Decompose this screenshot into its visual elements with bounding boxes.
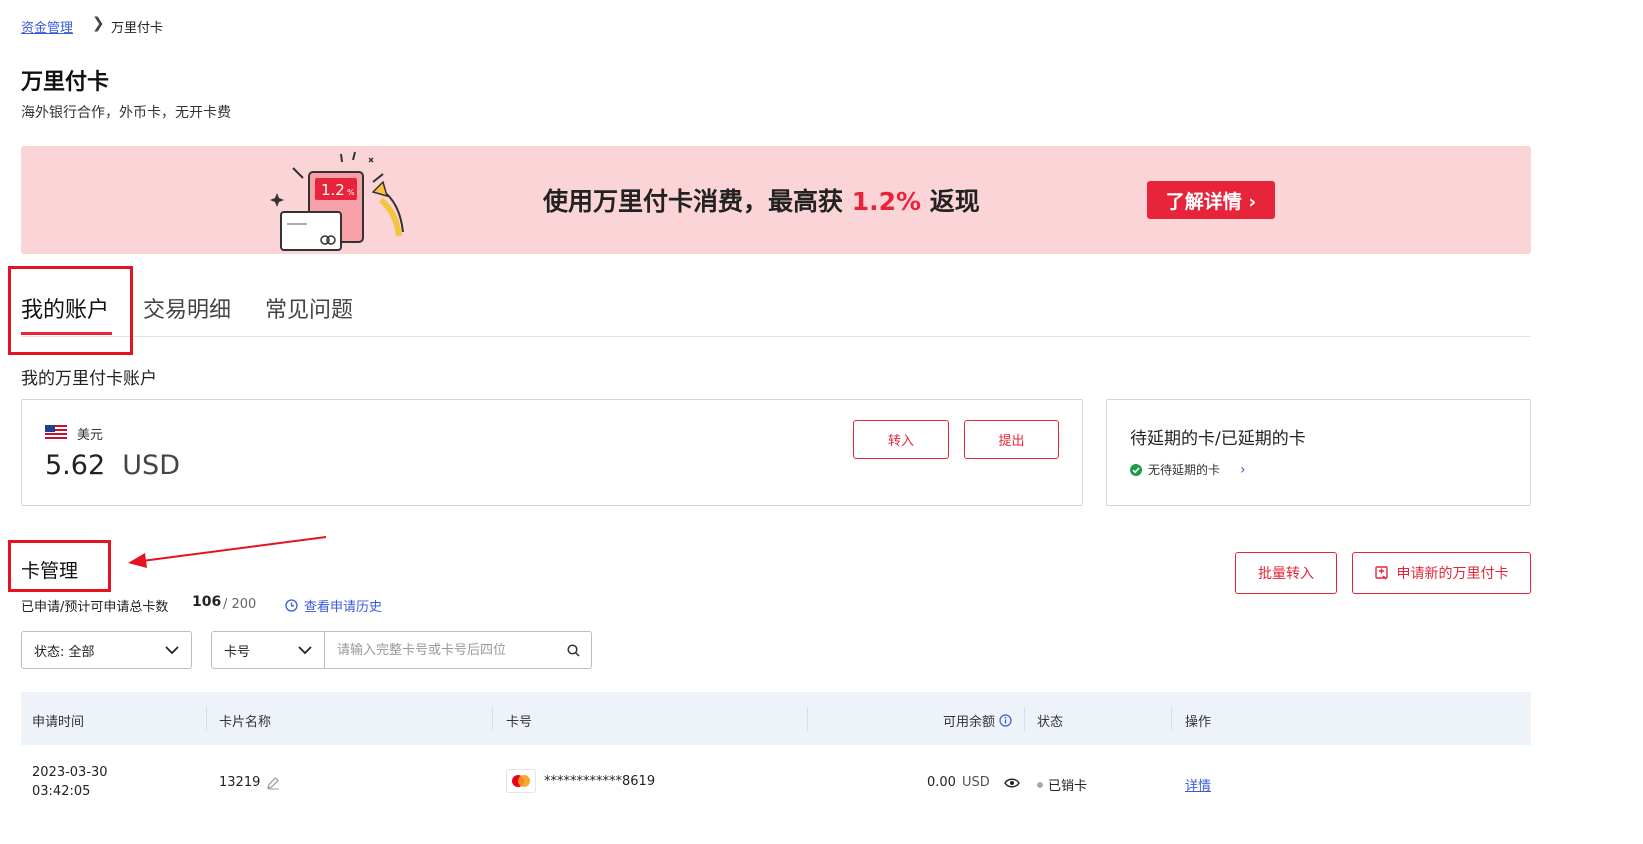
column-header-actions: 操作 <box>1185 715 1212 730</box>
column-divider <box>492 707 493 731</box>
search-icon <box>566 643 580 657</box>
balance-currency: USD <box>961 775 990 790</box>
page-title: 万里付卡 <box>21 70 110 95</box>
status-filter-value: 状态: 全部 <box>34 644 95 660</box>
balance-unit: USD <box>122 450 180 481</box>
column-divider <box>206 707 207 731</box>
highlight-box-card-management <box>8 540 111 592</box>
batch-transfer-button[interactable]: 批量转入 <box>1235 552 1337 594</box>
learn-more-button[interactable]: 了解详情 › <box>1147 181 1275 219</box>
column-header-card-number: 卡号 <box>506 715 533 730</box>
breadcrumb-parent-link[interactable]: 资金管理 <box>21 17 73 36</box>
apply-new-card-button[interactable]: 申请新的万里付卡 <box>1352 552 1531 594</box>
column-header-available-balance: 可用余额 <box>943 711 1012 730</box>
clock-icon <box>285 599 298 612</box>
balance-value: 0.00 <box>927 775 956 790</box>
edit-icon[interactable] <box>266 776 280 790</box>
row-details-link[interactable]: 详情 <box>1185 775 1211 794</box>
tabs-divider <box>21 336 1531 337</box>
card-name-text: 13219 <box>219 775 261 790</box>
row-card-number: ************8619 <box>506 769 655 793</box>
row-apply-time: 03:42:05 <box>32 784 91 799</box>
highlight-box-tab <box>8 266 133 355</box>
illustration-unit: % <box>347 188 355 197</box>
banner-headline: 使用万里付卡消费，最高获 1.2% 返现 <box>543 182 980 218</box>
breadcrumb-current: 万里付卡 <box>111 21 164 36</box>
page-subtitle: 海外银行合作，外币卡，无开卡费 <box>21 105 231 121</box>
status-filter-select[interactable]: 状态: 全部 <box>21 631 192 669</box>
applied-card-count: 106 <box>192 594 222 610</box>
info-icon[interactable] <box>999 714 1012 727</box>
status-dot-icon <box>1037 781 1043 788</box>
account-balance: 5.62 USD <box>45 450 180 481</box>
search-type-select[interactable]: 卡号 <box>212 632 325 668</box>
banner-text-after: 返现 <box>921 187 980 216</box>
row-apply-date: 2023-03-30 <box>32 765 108 780</box>
column-divider <box>807 707 808 731</box>
eye-icon[interactable] <box>1003 777 1020 789</box>
row-available-balance: 0.00 USD <box>927 775 1020 790</box>
tab-faq[interactable]: 常见问题 <box>265 292 353 324</box>
view-history-text: 查看申请历史 <box>304 600 383 615</box>
view-history-link[interactable]: 查看申请历史 <box>285 596 382 615</box>
tab-transactions[interactable]: 交易明细 <box>143 292 231 324</box>
column-header-apply-time: 申请时间 <box>32 715 85 730</box>
breadcrumb-separator: ❯ <box>92 14 105 32</box>
card-stats-label: 已申请/预计可申请总卡数 <box>21 600 169 615</box>
search-button[interactable] <box>555 632 591 668</box>
total-card-limit: / 200 <box>223 597 257 612</box>
pending-status-text: 无待延期的卡 <box>1148 463 1221 477</box>
row-status: 已销卡 <box>1037 775 1087 794</box>
table-row <box>21 745 1531 844</box>
transfer-in-button[interactable]: 转入 <box>853 420 949 459</box>
promo-banner: 1.2 % 使用万里付卡消费，最高获 1.2% 返现 了解详情 › <box>21 146 1531 254</box>
balance-amount: 5.62 <box>45 450 106 481</box>
apply-new-card-label: 申请新的万里付卡 <box>1396 566 1509 582</box>
status-text: 已销卡 <box>1048 779 1088 794</box>
banner-highlight: 1.2% <box>851 187 922 216</box>
card-number-text: ************8619 <box>544 773 656 789</box>
column-header-status: 状态 <box>1037 715 1064 730</box>
check-circle-icon <box>1130 463 1142 476</box>
pending-cards-title: 待延期的卡/已延期的卡 <box>1130 429 1306 449</box>
available-balance-label: 可用余额 <box>943 715 996 730</box>
card-search-group: 卡号 <box>211 631 592 669</box>
account-section-label: 我的万里付卡账户 <box>21 369 157 389</box>
chevron-down-icon <box>298 645 312 654</box>
pending-cards-panel <box>1106 399 1531 506</box>
row-card-name: 13219 <box>219 775 280 790</box>
column-divider <box>1024 707 1025 731</box>
column-header-card-name: 卡片名称 <box>219 715 272 730</box>
pending-cards-status[interactable]: 无待延期的卡 › <box>1130 461 1246 478</box>
chevron-down-icon <box>165 645 179 654</box>
mastercard-icon <box>506 769 536 793</box>
apply-card-icon <box>1374 566 1388 580</box>
withdraw-button[interactable]: 提出 <box>964 420 1059 459</box>
search-type-value: 卡号 <box>224 644 251 660</box>
cashback-illustration-icon: 1.2 % <box>270 151 404 251</box>
us-flag-icon <box>45 425 67 439</box>
illustration-value: 1.2 <box>321 181 345 199</box>
column-divider <box>1171 707 1172 731</box>
chevron-right-icon[interactable]: › <box>1240 462 1246 478</box>
banner-text-before: 使用万里付卡消费，最高获 <box>543 187 852 216</box>
card-search-input[interactable] <box>325 632 555 668</box>
currency-label: 美元 <box>77 428 104 443</box>
